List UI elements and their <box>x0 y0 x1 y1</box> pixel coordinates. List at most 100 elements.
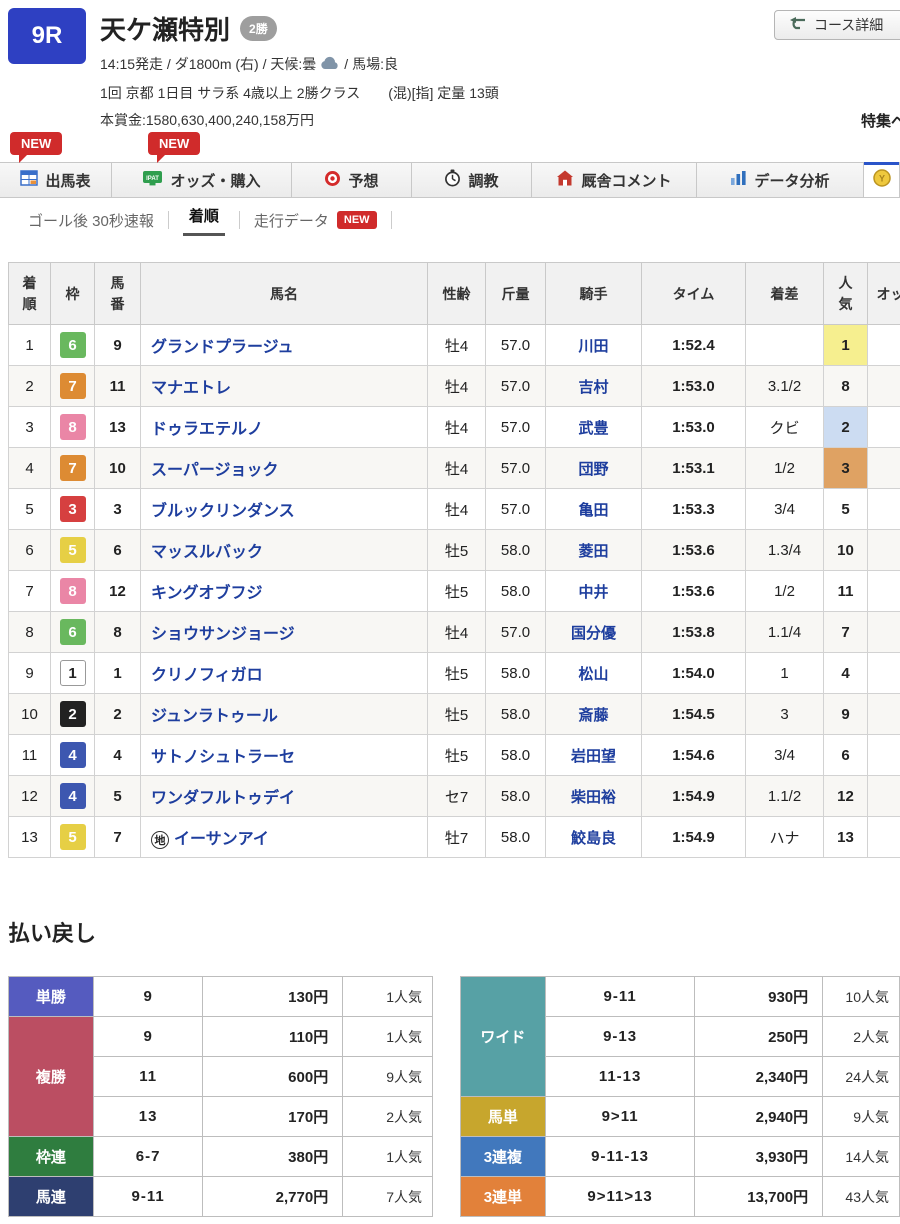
horse-number: 9 <box>94 324 141 366</box>
tab-出馬表[interactable]: 出馬表 <box>0 163 112 197</box>
frame-cell: 8 <box>50 406 95 448</box>
jockey-link[interactable]: 吉村 <box>578 379 608 396</box>
tab-データ分析[interactable]: データ分析 <box>697 163 864 197</box>
horse-name-link[interactable]: マッスルバック <box>151 544 263 561</box>
frame-number-box: 6 <box>59 619 86 645</box>
payout-heading: 払い戻し <box>8 921 97 946</box>
payout-row: 3連複 9-11-13 3,930円 14人気 <box>460 1136 900 1177</box>
special-feature-link[interactable]: 特集ペ <box>861 110 900 131</box>
horse-number: 3 <box>94 488 141 530</box>
frame-cell: 5 <box>50 816 95 858</box>
table-row: 8 6 8 ショウサンジョージ 牡4 57.0 国分優 1:53.8 1.1/4 7 <box>8 611 900 653</box>
horse-name-link[interactable]: サトノシュトラーセ <box>151 749 295 766</box>
horse-number: 2 <box>94 693 141 735</box>
finish-position: 4 <box>8 447 51 489</box>
table-row: 3 8 13 ドゥラエテルノ 牡4 57.0 武豊 1:53.0 クビ 2 <box>8 406 900 448</box>
jockey-link[interactable]: 中井 <box>578 584 608 601</box>
frame-number-box: 8 <box>59 414 86 440</box>
payout-amount: 2,940円 <box>694 1096 824 1137</box>
jockey-link[interactable]: 亀田 <box>578 502 608 519</box>
sex-age: セ7 <box>427 775 486 817</box>
tab-予想[interactable]: 予想 <box>292 163 412 197</box>
table-row: 9 1 1 クリノフィガロ 牡5 58.0 松山 1:54.0 1 4 <box>8 652 900 694</box>
finish-position: 5 <box>8 488 51 530</box>
frame-cell: 4 <box>50 775 95 817</box>
jockey-link[interactable]: 団野 <box>578 461 608 478</box>
frame-number-box: 7 <box>59 455 86 481</box>
sex-age: 牡4 <box>427 447 486 489</box>
sex-age: 牡5 <box>427 693 486 735</box>
jockey-link[interactable]: 武豊 <box>578 420 608 437</box>
horse-name-link[interactable]: グランドプラージュ <box>151 339 294 356</box>
coin-icon: Y <box>872 169 891 191</box>
payout-popularity: 7人気 <box>342 1176 434 1217</box>
jockey-link[interactable]: 菱田 <box>578 543 608 560</box>
carried-weight: 57.0 <box>485 406 546 448</box>
col-sex-age: 性齢 <box>427 262 486 325</box>
finish-position: 1 <box>8 324 51 366</box>
jockey-link[interactable]: 鮫島良 <box>571 830 616 847</box>
horse-name-cell: スーパージョック <box>140 447 428 489</box>
sex-age: 牡5 <box>427 529 486 571</box>
col-rank: 着順 <box>8 262 51 325</box>
tab-partial[interactable]: Y <box>864 162 900 197</box>
horse-name-link[interactable]: ドゥラエテルノ <box>151 421 263 438</box>
horse-number: 12 <box>94 570 141 612</box>
frame-number-box: 4 <box>59 783 86 809</box>
tab-厩舎コメント[interactable]: 厩舎コメント <box>532 163 697 197</box>
odds-cell <box>867 734 900 776</box>
horse-number: 5 <box>94 775 141 817</box>
carried-weight: 57.0 <box>485 447 546 489</box>
frame-cell: 3 <box>50 488 95 530</box>
subnav-item-1[interactable]: 着順 <box>169 205 239 236</box>
horse-name-link[interactable]: ワンダフルトゥデイ <box>151 790 295 807</box>
popularity: 7 <box>823 611 868 653</box>
horse-name-link[interactable]: ブルックリンダンス <box>151 503 295 520</box>
payout-type-label: 3連複 <box>460 1136 546 1177</box>
jockey-link[interactable]: 国分優 <box>571 625 616 642</box>
jockey-cell: 岩田望 <box>545 734 642 776</box>
horse-name-link[interactable]: スーパージョック <box>151 462 279 479</box>
payout-row: 枠連 6-7 380円 1人気 <box>8 1136 434 1177</box>
results-header-row: 着順 枠 馬番 馬名 性齢 斤量 騎手 タイム 着差 人気 オッズ <box>8 262 900 325</box>
finish-time: 1:54.9 <box>641 775 746 817</box>
tab-調教[interactable]: 調教 <box>412 163 532 197</box>
subnav-item-2[interactable]: 走行データ NEW <box>240 210 391 231</box>
tab-label: 調教 <box>468 172 499 190</box>
margin: ハナ <box>745 816 824 858</box>
horse-name-link[interactable]: キングオブフジ <box>151 585 263 602</box>
horse-name-link[interactable]: ショウサンジョージ <box>151 626 295 643</box>
finish-time: 1:53.0 <box>641 406 746 448</box>
horse-name-link[interactable]: イーサンアイ <box>174 831 269 848</box>
payout-amount: 3,930円 <box>694 1136 824 1177</box>
tab-オッズ・購入[interactable]: IPAT オッズ・購入 <box>112 163 292 197</box>
payout-combination: 11-13 <box>544 1056 696 1097</box>
jockey-link[interactable]: 松山 <box>578 666 608 683</box>
jockey-link[interactable]: 川田 <box>578 338 608 355</box>
subnav-label: 走行データ <box>253 212 329 230</box>
frame-number-box: 6 <box>59 332 86 358</box>
popularity: 1 <box>823 324 868 366</box>
payout-amount: 380円 <box>202 1136 344 1177</box>
frame-cell: 8 <box>50 570 95 612</box>
popularity: 11 <box>823 570 868 612</box>
carried-weight: 58.0 <box>485 693 546 735</box>
finish-time: 1:54.6 <box>641 734 746 776</box>
horse-name-link[interactable]: ジュンラトゥール <box>151 708 278 725</box>
jockey-link[interactable]: 柴田裕 <box>571 789 616 806</box>
race-number-badge: 9R <box>8 8 86 64</box>
subnav-item-0[interactable]: ゴール後 30秒速報 <box>14 210 168 231</box>
horse-name-cell: マナエトレ <box>140 365 428 407</box>
jockey-link[interactable]: 岩田望 <box>571 748 616 765</box>
horse-name-link[interactable]: クリノフィガロ <box>151 667 263 684</box>
finish-position: 12 <box>8 775 51 817</box>
payout-row: 馬連 9-11 2,770円 7人気 <box>8 1176 434 1217</box>
table-row: 11 4 4 サトノシュトラーセ 牡5 58.0 岩田望 1:54.6 3/4 6 <box>8 734 900 776</box>
jockey-link[interactable]: 斎藤 <box>578 707 608 724</box>
finish-position: 6 <box>8 529 51 571</box>
horse-name-cell: グランドプラージュ <box>140 324 428 366</box>
payout-section: 払い戻し 単勝 9 130円 1人気 複勝 9 110円 1人気 11 600円 9人気 13 170円… <box>0 916 900 1217</box>
horse-name-link[interactable]: マナエトレ <box>151 380 231 397</box>
margin: 3/4 <box>745 734 824 776</box>
course-detail-button[interactable]: コース詳細 <box>774 10 900 40</box>
